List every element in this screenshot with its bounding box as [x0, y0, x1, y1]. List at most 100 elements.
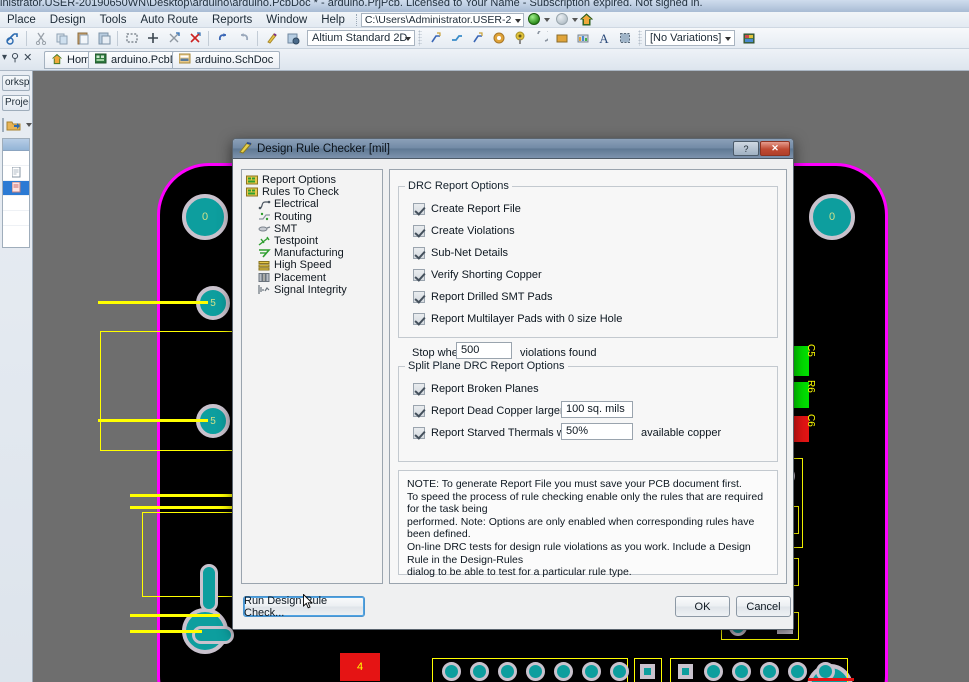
variant-manager-icon[interactable]: [739, 29, 758, 48]
menu-tools[interactable]: Tools: [93, 12, 134, 28]
drc-report-options-legend: DRC Report Options: [405, 180, 512, 192]
checkbox-input[interactable]: [413, 247, 425, 259]
move-icon[interactable]: [143, 29, 162, 48]
stop-when-input[interactable]: 500: [456, 342, 512, 359]
project-file-list[interactable]: [2, 138, 30, 248]
tree-item-signal-integrity[interactable]: Signal Integrity: [244, 284, 382, 296]
list-item[interactable]: [3, 211, 29, 226]
undo-icon[interactable]: [213, 29, 232, 48]
place-arc-icon[interactable]: [468, 29, 487, 48]
dead-copper-input[interactable]: 100 sq. mils: [561, 401, 633, 418]
place-pad-icon[interactable]: [489, 29, 508, 48]
project-filter-icon[interactable]: [2, 118, 4, 132]
tree-item-placement[interactable]: Placement: [244, 272, 382, 284]
menu-reports[interactable]: Reports: [205, 12, 259, 28]
place-fill-icon[interactable]: [552, 29, 571, 48]
signal-integrity-icon: [258, 284, 271, 295]
checkbox-input[interactable]: [413, 427, 425, 439]
tree-item-manufacturing[interactable]: Manufacturing: [244, 247, 382, 259]
redo-icon[interactable]: [234, 29, 253, 48]
view-configuration-combo[interactable]: Altium Standard 2D: [307, 30, 415, 46]
cut-icon[interactable]: [31, 29, 50, 48]
tree-item-report-options[interactable]: Report Options: [244, 174, 382, 186]
list-item-selected[interactable]: [3, 181, 29, 196]
place-region-icon[interactable]: [615, 29, 634, 48]
checkbox-input[interactable]: [413, 291, 425, 303]
deselect-all-icon[interactable]: [164, 29, 183, 48]
copy-icon[interactable]: [52, 29, 71, 48]
highlight-icon[interactable]: [262, 29, 281, 48]
place-string-icon[interactable]: A: [594, 29, 613, 48]
checkbox-report-broken-planes[interactable]: Report Broken Planes: [413, 383, 539, 395]
navigate-forward-icon[interactable]: [556, 12, 570, 27]
tree-label: Rules To Check: [262, 186, 339, 199]
toolbar-grip-2[interactable]: [638, 30, 642, 46]
left-dock-panel: orkspace Project: [0, 71, 33, 682]
home-icon[interactable]: [580, 13, 594, 26]
paste-icon[interactable]: [73, 29, 92, 48]
cancel-button[interactable]: Cancel: [736, 596, 791, 617]
checkbox-report-drilled-smt-pads[interactable]: Report Drilled SMT Pads: [413, 291, 552, 303]
select-area-icon[interactable]: [122, 29, 141, 48]
workspace-button[interactable]: orkspace: [2, 75, 30, 91]
project-button[interactable]: Project: [2, 95, 30, 111]
checkbox-input[interactable]: [413, 269, 425, 281]
help-button[interactable]: ?: [733, 141, 759, 156]
close-button[interactable]: ✕: [760, 141, 790, 156]
list-item[interactable]: [3, 196, 29, 211]
menu-help[interactable]: Help: [314, 12, 352, 28]
menu-window[interactable]: Window: [259, 12, 314, 28]
tab-arduino-schdoc[interactable]: arduino.SchDoc: [172, 51, 281, 69]
forward-dropdown-icon[interactable]: [572, 17, 579, 22]
menu-auto-route[interactable]: Auto Route: [133, 12, 205, 28]
checkbox-create-violations[interactable]: Create Violations: [413, 225, 515, 237]
place-track-icon[interactable]: [447, 29, 466, 48]
checkbox-input[interactable]: [413, 405, 425, 417]
starved-thermals-input[interactable]: 50%: [561, 423, 633, 440]
tree-item-routing[interactable]: Routing: [244, 211, 382, 223]
stop-when-suffix: violations found: [520, 347, 597, 359]
checkbox-input[interactable]: [413, 313, 425, 325]
document-path-combo[interactable]: C:\Users\Administrator.USER-2: [360, 12, 525, 27]
open-folder-icon[interactable]: [6, 118, 22, 133]
place-arc-center-icon[interactable]: [531, 29, 550, 48]
checkbox-sub-net-details[interactable]: Sub-Net Details: [413, 247, 508, 259]
ok-button[interactable]: OK: [675, 596, 730, 617]
tree-item-electrical[interactable]: Electrical: [244, 198, 382, 210]
checkbox-verify-shorting-copper[interactable]: Verify Shorting Copper: [413, 269, 542, 281]
close-icon[interactable]: ✕: [23, 51, 32, 64]
place-polygon-icon[interactable]: [573, 29, 592, 48]
tree-item-testpoint[interactable]: Testpoint: [244, 235, 382, 247]
query-cursor-icon[interactable]: [3, 29, 22, 48]
place-via-icon[interactable]: [510, 29, 529, 48]
browse-icon[interactable]: [283, 29, 302, 48]
tree-item-high-speed[interactable]: High Speed: [244, 259, 382, 271]
checkbox-input[interactable]: [413, 225, 425, 237]
checkbox-input[interactable]: [413, 383, 425, 395]
menu-bar: Place Design Tools Auto Route Reports Wi…: [0, 12, 969, 28]
list-item[interactable]: [3, 151, 29, 166]
chevron-down-icon[interactable]: ▾: [2, 52, 7, 63]
tree-item-rules-to-check[interactable]: Rules To Check: [244, 186, 382, 198]
paste-special-icon[interactable]: [94, 29, 113, 48]
chevron-down-icon[interactable]: [26, 123, 32, 127]
rules-tree[interactable]: Report Options Rules To Check Electrical: [241, 169, 383, 584]
checkbox-report-multilayer-pads[interactable]: Report Multilayer Pads with 0 size Hole: [413, 313, 622, 325]
navigate-back-icon[interactable]: [528, 12, 542, 27]
checkbox-create-report-file[interactable]: Create Report File: [413, 203, 521, 215]
back-dropdown-icon[interactable]: [544, 17, 551, 22]
run-design-rule-check-button[interactable]: Run Design Rule Check...: [243, 595, 365, 619]
list-item[interactable]: [3, 166, 29, 181]
toolbar-grip[interactable]: [418, 30, 422, 46]
clear-filter-icon[interactable]: [185, 29, 204, 48]
pcb-file-icon: [11, 181, 21, 196]
checkbox-input[interactable]: [413, 203, 425, 215]
tab-schdoc-label: arduino.SchDoc: [195, 54, 274, 66]
dialog-titlebar[interactable]: Design Rule Checker [mil] ? ✕: [233, 139, 793, 159]
variations-combo[interactable]: [No Variations]: [645, 30, 735, 46]
pin-icon[interactable]: ⚲: [11, 51, 19, 64]
menu-design[interactable]: Design: [43, 12, 93, 28]
place-line-icon[interactable]: [426, 29, 445, 48]
tree-item-smt[interactable]: SMT: [244, 223, 382, 235]
menu-place[interactable]: Place: [0, 12, 43, 28]
